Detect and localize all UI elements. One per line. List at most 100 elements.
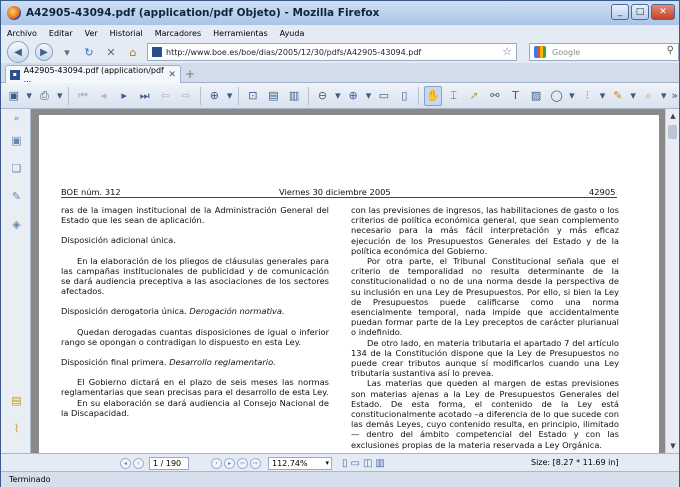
attach-icon[interactable]: ⌕	[640, 86, 658, 106]
pdf-bottom-bar: ◂ ‹ 1 / 190 › ▸ ⇦ ⇨ 112.74% ▾ ▯ ▭ ◫ ▥ Si…	[1, 453, 679, 471]
reload-icon[interactable]: ↻	[81, 44, 97, 60]
zoom-in-icon[interactable]: ⊕	[344, 86, 362, 106]
binoculars-icon[interactable]: ⚯	[486, 86, 504, 106]
layers-icon[interactable]: ◈	[9, 217, 24, 232]
fit-width-icon[interactable]: ▥	[285, 86, 303, 106]
menu-archivo[interactable]: Archivo	[7, 29, 37, 38]
minimize-button[interactable]: _	[611, 4, 629, 20]
pdf-viewer[interactable]: BOE núm. 312 Viernes 30 diciembre 2005 4…	[31, 109, 665, 453]
go-forward-icon[interactable]: ⇨	[177, 86, 195, 106]
left-paragraph: Disposición final primera. Desarrollo re…	[61, 357, 276, 368]
search-icon[interactable]: ⚲	[667, 45, 674, 56]
zoom-in-dropdown-icon[interactable]: ▾	[365, 86, 372, 106]
tab-close-icon[interactable]: ✕	[168, 70, 176, 80]
print-icon[interactable]: ⎙	[36, 86, 54, 106]
left-paragraph: Disposición derogatoria única. Derogació…	[61, 306, 285, 317]
continuous-layout-icon[interactable]: ▭	[351, 458, 360, 469]
zoom-field[interactable]: 112.74% ▾	[268, 457, 332, 470]
bottom-first-page-icon[interactable]: ◂	[120, 458, 131, 469]
home-icon[interactable]: ⌂	[125, 44, 141, 60]
forward-button[interactable]: ▶	[35, 43, 53, 61]
bottom-next-page-icon[interactable]: ›	[211, 458, 222, 469]
pdf-toolbar: ▣ ▾ ⎙ ▾ ⏮ ◂ ▸ ⏭ ⇦ ⇨ ⊕ ▾ ⊡ ▤ ▥ ⊖ ▾ ⊕ ▾ ▭ …	[1, 83, 679, 109]
text-box-icon[interactable]: T	[507, 86, 525, 106]
save-icon[interactable]: ▣	[5, 86, 23, 106]
bottom-last-page-icon[interactable]: ▸	[224, 458, 235, 469]
next-page-icon[interactable]: ▸	[115, 86, 133, 106]
history-dropdown-icon[interactable]: ▾	[59, 44, 75, 60]
prev-page-icon[interactable]: ◂	[95, 86, 113, 106]
first-page-icon[interactable]: ⏮	[74, 86, 92, 106]
back-button[interactable]: ◀	[7, 41, 29, 63]
actual-size-icon[interactable]: ⊡	[244, 86, 262, 106]
select-tool-icon[interactable]: ➚	[465, 86, 483, 106]
two-page-icon[interactable]: ▯	[396, 86, 414, 106]
maximize-button[interactable]: □	[631, 4, 649, 20]
scroll-up-icon[interactable]: ▲	[667, 110, 679, 122]
go-back-icon[interactable]: ⇦	[157, 86, 175, 106]
page-size-text: Size: [8.27 * 11.69 in]	[531, 458, 619, 467]
attach-dropdown-icon[interactable]: ▾	[660, 86, 667, 106]
hand-tool-icon[interactable]: ✋	[424, 85, 442, 106]
stop-icon[interactable]: ✕	[103, 44, 119, 60]
attachments-icon[interactable]: ⌇	[9, 421, 24, 436]
circle-dropdown-icon[interactable]: ▾	[568, 86, 575, 106]
insert-icon[interactable]: ⫶	[578, 86, 596, 106]
pdf-icon: ▪	[10, 69, 20, 80]
circle-icon[interactable]: ◯	[548, 86, 566, 106]
fit-page-icon[interactable]: ▤	[265, 86, 283, 106]
collapse-panel-icon[interactable]: »	[9, 111, 24, 126]
tab-label: A42905-43094.pdf (application/pdf ...	[23, 65, 164, 84]
page-header-left: BOE núm. 312	[61, 187, 121, 197]
tab-pdf[interactable]: ▪ A42905-43094.pdf (application/pdf ... …	[5, 65, 181, 84]
zoom-out-icon[interactable]: ⊖	[314, 86, 332, 106]
comments-icon[interactable]: ▤	[9, 393, 24, 408]
scroll-down-icon[interactable]: ▼	[667, 440, 679, 452]
tab-bar: ▪ A42905-43094.pdf (application/pdf ... …	[1, 63, 679, 84]
scroll-thumb[interactable]	[668, 125, 677, 139]
google-icon[interactable]	[534, 46, 546, 58]
continuous-facing-layout-icon[interactable]: ▥	[375, 458, 384, 469]
zoom-icon[interactable]: ⊕	[206, 86, 224, 106]
zoom-dropdown-icon[interactable]: ▾	[325, 459, 329, 467]
single-page-layout-icon[interactable]: ▯	[342, 458, 348, 469]
left-text-column: ras de la imagen institucional de la Adm…	[61, 205, 329, 418]
save-dropdown-icon[interactable]: ▾	[26, 86, 33, 106]
url-bar[interactable]: http://www.boe.es/boe/dias/2005/12/30/pd…	[147, 43, 517, 61]
highlight-icon[interactable]: ✎	[609, 86, 627, 106]
annotations-icon[interactable]: ✎	[9, 189, 24, 204]
bookmarks-icon[interactable]: ❏	[9, 161, 24, 176]
status-bar: Terminado	[1, 471, 679, 487]
highlight-dropdown-icon[interactable]: ▾	[630, 86, 637, 106]
menu-ver[interactable]: Ver	[85, 29, 98, 38]
vertical-scrollbar[interactable]: ▲ ▼	[665, 109, 679, 453]
bottom-go-forward-icon[interactable]: ⇨	[250, 458, 261, 469]
more-tools-icon[interactable]: »	[670, 86, 679, 106]
select-text-icon[interactable]: ⌶	[445, 86, 463, 106]
menu-marcadores[interactable]: Marcadores	[155, 29, 201, 38]
bookmark-star-icon[interactable]: ☆	[502, 45, 512, 58]
bottom-prev-page-icon[interactable]: ‹	[133, 458, 144, 469]
insert-dropdown-icon[interactable]: ▾	[599, 86, 606, 106]
menu-herramientas[interactable]: Herramientas	[213, 29, 268, 38]
single-page-icon[interactable]: ▭	[375, 86, 393, 106]
page-header-center: Viernes 30 diciembre 2005	[279, 187, 391, 197]
pdf-page: BOE núm. 312 Viernes 30 diciembre 2005 4…	[39, 115, 659, 453]
image-icon[interactable]: ▨	[527, 86, 545, 106]
close-button[interactable]: ✕	[651, 4, 675, 20]
facing-layout-icon[interactable]: ◫	[363, 458, 372, 469]
search-input[interactable]: Google ⚲	[529, 43, 679, 61]
zoom-dropdown-icon[interactable]: ▾	[226, 86, 233, 106]
menu-editar[interactable]: Editar	[49, 29, 73, 38]
menu-historial[interactable]: Historial	[110, 29, 143, 38]
zoom-out-dropdown-icon[interactable]: ▾	[334, 86, 341, 106]
menu-ayuda[interactable]: Ayuda	[280, 29, 305, 38]
last-page-icon[interactable]: ⏭	[136, 86, 154, 106]
bottom-go-back-icon[interactable]: ⇦	[237, 458, 248, 469]
print-dropdown-icon[interactable]: ▾	[56, 86, 63, 106]
page-number-field[interactable]: 1 / 190	[149, 457, 189, 470]
new-tab-icon[interactable]: +	[185, 67, 195, 81]
pages-icon[interactable]: ▣	[9, 133, 24, 148]
